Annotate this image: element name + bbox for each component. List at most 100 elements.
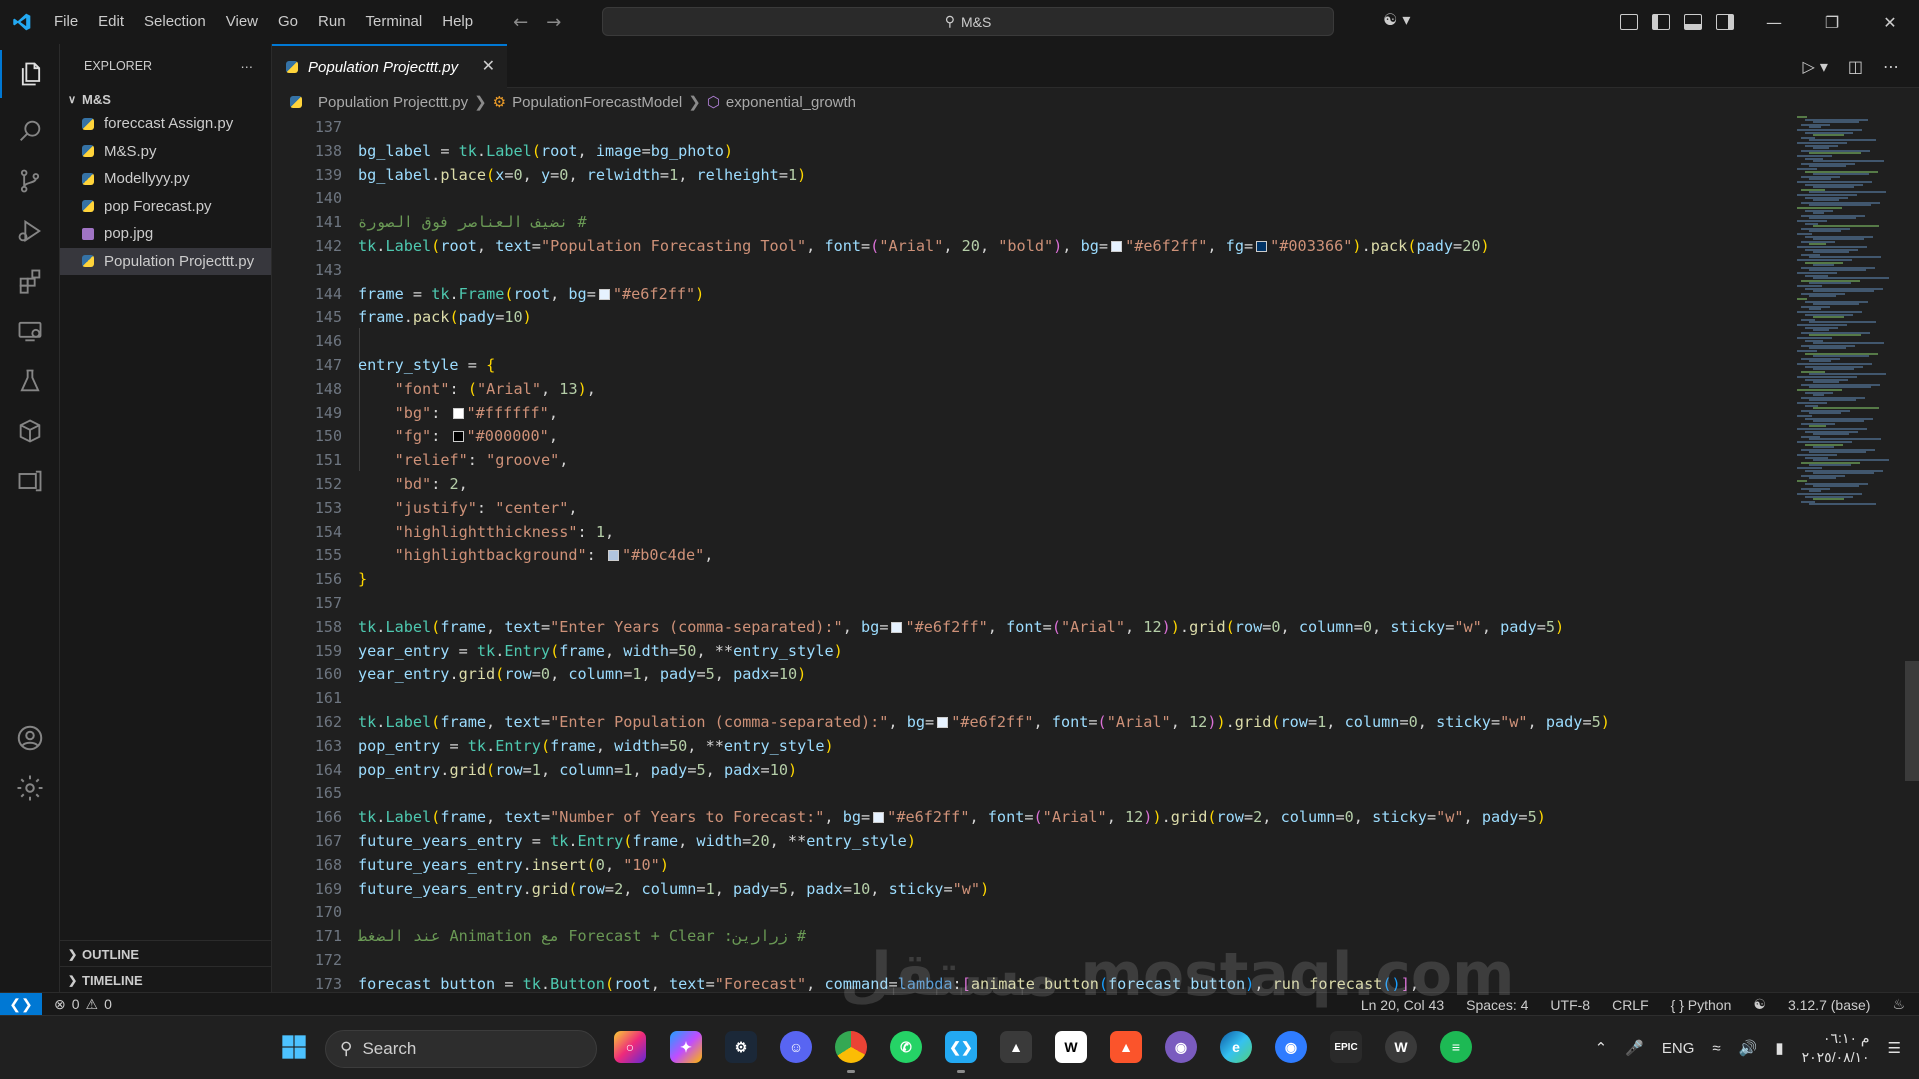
epic-games-icon[interactable]: EPIC — [1330, 1031, 1362, 1063]
edge-beta-icon[interactable]: ◉ — [1275, 1031, 1307, 1063]
code-line[interactable] — [358, 782, 1788, 806]
explorer-icon[interactable] — [0, 50, 60, 98]
code-line[interactable]: "relief": "groove", — [358, 449, 1788, 473]
tab-population-projecttt[interactable]: Population Projecttt.py ✕ — [272, 44, 507, 88]
extensions-icon[interactable] — [0, 257, 60, 305]
code-line[interactable] — [358, 116, 1788, 140]
wordpress-icon[interactable]: W — [1385, 1031, 1417, 1063]
code-line[interactable]: bg_label = tk.Label(root, image=bg_photo… — [358, 140, 1788, 164]
code-editor[interactable]: 137 138 139 140 141 142 143 144 145 146 147 148 149 1… — [272, 116, 1919, 992]
line-ending[interactable]: CRLF — [1612, 997, 1649, 1013]
code-line[interactable]: "justify": "center", — [358, 497, 1788, 521]
timeline-section[interactable]: ❯ TIMELINE — [60, 966, 272, 993]
vscode-taskbar-icon[interactable]: ❮❯ — [945, 1031, 977, 1073]
code-line[interactable]: # نضيف العناصر فوق الصورة — [358, 211, 1788, 235]
code-line[interactable]: "fg": "#000000", — [358, 425, 1788, 449]
breadcrumb-file[interactable]: Population Projecttt.py — [318, 94, 468, 111]
file-item[interactable]: pop Forecast.py — [60, 193, 271, 221]
close-tab-icon[interactable]: ✕ — [482, 56, 495, 76]
toggle-sidebar-icon[interactable] — [1652, 14, 1670, 30]
microphone-icon[interactable]: 🎤 — [1625, 1039, 1644, 1057]
code-line[interactable]: year_entry = tk.Entry(frame, width=50, *… — [358, 640, 1788, 664]
file-item[interactable]: foreccast Assign.py — [60, 110, 271, 138]
code-line[interactable] — [358, 901, 1788, 925]
wifi-icon[interactable]: ≈ — [1712, 1040, 1720, 1057]
input-language[interactable]: ENG — [1662, 1040, 1695, 1057]
code-line[interactable]: entry_style = { — [358, 354, 1788, 378]
menu-go[interactable]: Go — [268, 0, 308, 44]
code-line[interactable]: tk.Label(frame, text="Number of Years to… — [358, 806, 1788, 830]
taskbar-search[interactable]: ⚲ Search — [325, 1030, 597, 1068]
menu-run[interactable]: Run — [308, 0, 356, 44]
source-control-icon[interactable] — [0, 157, 60, 205]
code-line[interactable]: future_years_entry = tk.Entry(frame, wid… — [358, 830, 1788, 854]
remote-indicator-icon[interactable]: ❮❯ — [0, 992, 42, 1016]
brave-icon[interactable]: ▲ — [1110, 1031, 1142, 1063]
code-line[interactable] — [358, 687, 1788, 711]
code-line[interactable]: pop_entry.grid(row=1, column=1, pady=5, … — [358, 759, 1788, 783]
tor-icon[interactable]: ◉ — [1165, 1031, 1197, 1063]
instagram-icon[interactable]: ○ — [614, 1031, 646, 1063]
notifications-bell-icon[interactable]: ♨ — [1892, 996, 1905, 1013]
menu-terminal[interactable]: Terminal — [356, 0, 433, 44]
run-debug-icon[interactable] — [0, 207, 60, 255]
spotify-icon[interactable]: ≡ — [1440, 1031, 1472, 1063]
remote-explorer-icon[interactable] — [0, 307, 60, 355]
outline-section[interactable]: ❯ OUTLINE — [60, 940, 272, 967]
code-line[interactable]: year_entry.grid(row=0, column=1, pady=5,… — [358, 663, 1788, 687]
code-line[interactable]: future_years_entry.insert(0, "10") — [358, 854, 1788, 878]
code-line[interactable]: tk.Label(frame, text="Enter Population (… — [358, 711, 1788, 735]
workspace-folder[interactable]: ∨ M&S — [60, 88, 271, 110]
steam-icon[interactable]: ⚙ — [725, 1031, 757, 1063]
code-line[interactable] — [358, 187, 1788, 211]
chrome-icon[interactable] — [835, 1031, 867, 1073]
minimap[interactable] — [1795, 116, 1905, 516]
code-line[interactable]: } — [358, 568, 1788, 592]
toggle-panel-icon[interactable] — [1684, 14, 1702, 30]
code-line[interactable]: "highlightthickness": 1, — [358, 521, 1788, 545]
show-hidden-icons-icon[interactable]: ⌃ — [1595, 1039, 1608, 1057]
language-mode[interactable]: { } Python — [1671, 997, 1732, 1013]
code-line[interactable] — [358, 259, 1788, 283]
code-line[interactable]: "font": ("Arial", 13), — [358, 378, 1788, 402]
close-window-icon[interactable]: ✕ — [1861, 0, 1919, 44]
code-line[interactable]: bg_label.place(x=0, y=0, relwidth=1, rel… — [358, 164, 1788, 188]
forward-arrow-icon[interactable]: → — [546, 12, 561, 33]
copilot-status-icon[interactable]: ☯ — [1753, 996, 1766, 1013]
problems-indicator[interactable]: ⊗ 0 ⚠ 0 — [54, 996, 112, 1013]
code-line[interactable]: frame.pack(pady=10) — [358, 306, 1788, 330]
menu-edit[interactable]: Edit — [88, 0, 134, 44]
minimize-icon[interactable]: — — [1745, 0, 1803, 44]
menu-help[interactable]: Help — [432, 0, 483, 44]
accounts-icon[interactable] — [0, 714, 60, 762]
code-line[interactable] — [358, 592, 1788, 616]
edge-icon[interactable]: e — [1220, 1031, 1252, 1063]
containers-icon[interactable] — [0, 407, 60, 455]
battery-icon[interactable]: ▮ — [1775, 1039, 1783, 1057]
volume-icon[interactable]: 🔊 — [1739, 1039, 1758, 1057]
discord-icon[interactable]: ☺ — [780, 1031, 812, 1063]
encoding[interactable]: UTF-8 — [1550, 997, 1590, 1013]
code-line[interactable]: frame = tk.Frame(root, bg= "#e6f2ff") — [358, 283, 1788, 307]
python-interpreter[interactable]: 3.12.7 (base) — [1788, 997, 1871, 1013]
more-actions-icon[interactable]: ⋯ — [241, 59, 254, 74]
testing-icon[interactable] — [0, 357, 60, 405]
file-item[interactable]: M&S.py — [60, 138, 271, 166]
copilot-app-icon[interactable]: ✦ — [670, 1031, 702, 1063]
menu-selection[interactable]: Selection — [134, 0, 216, 44]
customize-layout-icon[interactable] — [1620, 14, 1638, 30]
whatsapp-icon[interactable]: ✆ — [890, 1031, 922, 1063]
file-item[interactable]: Modellyyy.py — [60, 165, 271, 193]
unity-icon[interactable]: ▲ — [1000, 1031, 1032, 1063]
vertical-scrollbar[interactable] — [1905, 661, 1919, 781]
code-line[interactable]: tk.Label(root, text="Population Forecast… — [358, 235, 1788, 259]
menu-view[interactable]: View — [216, 0, 268, 44]
breadcrumb-class[interactable]: PopulationForecastModel — [512, 94, 682, 111]
settings-gear-icon[interactable] — [0, 764, 60, 812]
menu-file[interactable]: File — [44, 0, 88, 44]
search-icon[interactable] — [0, 107, 60, 155]
code-line[interactable]: "highlightbackground": "#b0c4de", — [358, 544, 1788, 568]
clock[interactable]: م ٠٦:١٠ ٢٠٢٥/٠٨/١٠ — [1802, 1029, 1870, 1067]
notion-icon[interactable]: W — [1055, 1031, 1087, 1063]
windows-start-icon[interactable] — [278, 1031, 310, 1063]
